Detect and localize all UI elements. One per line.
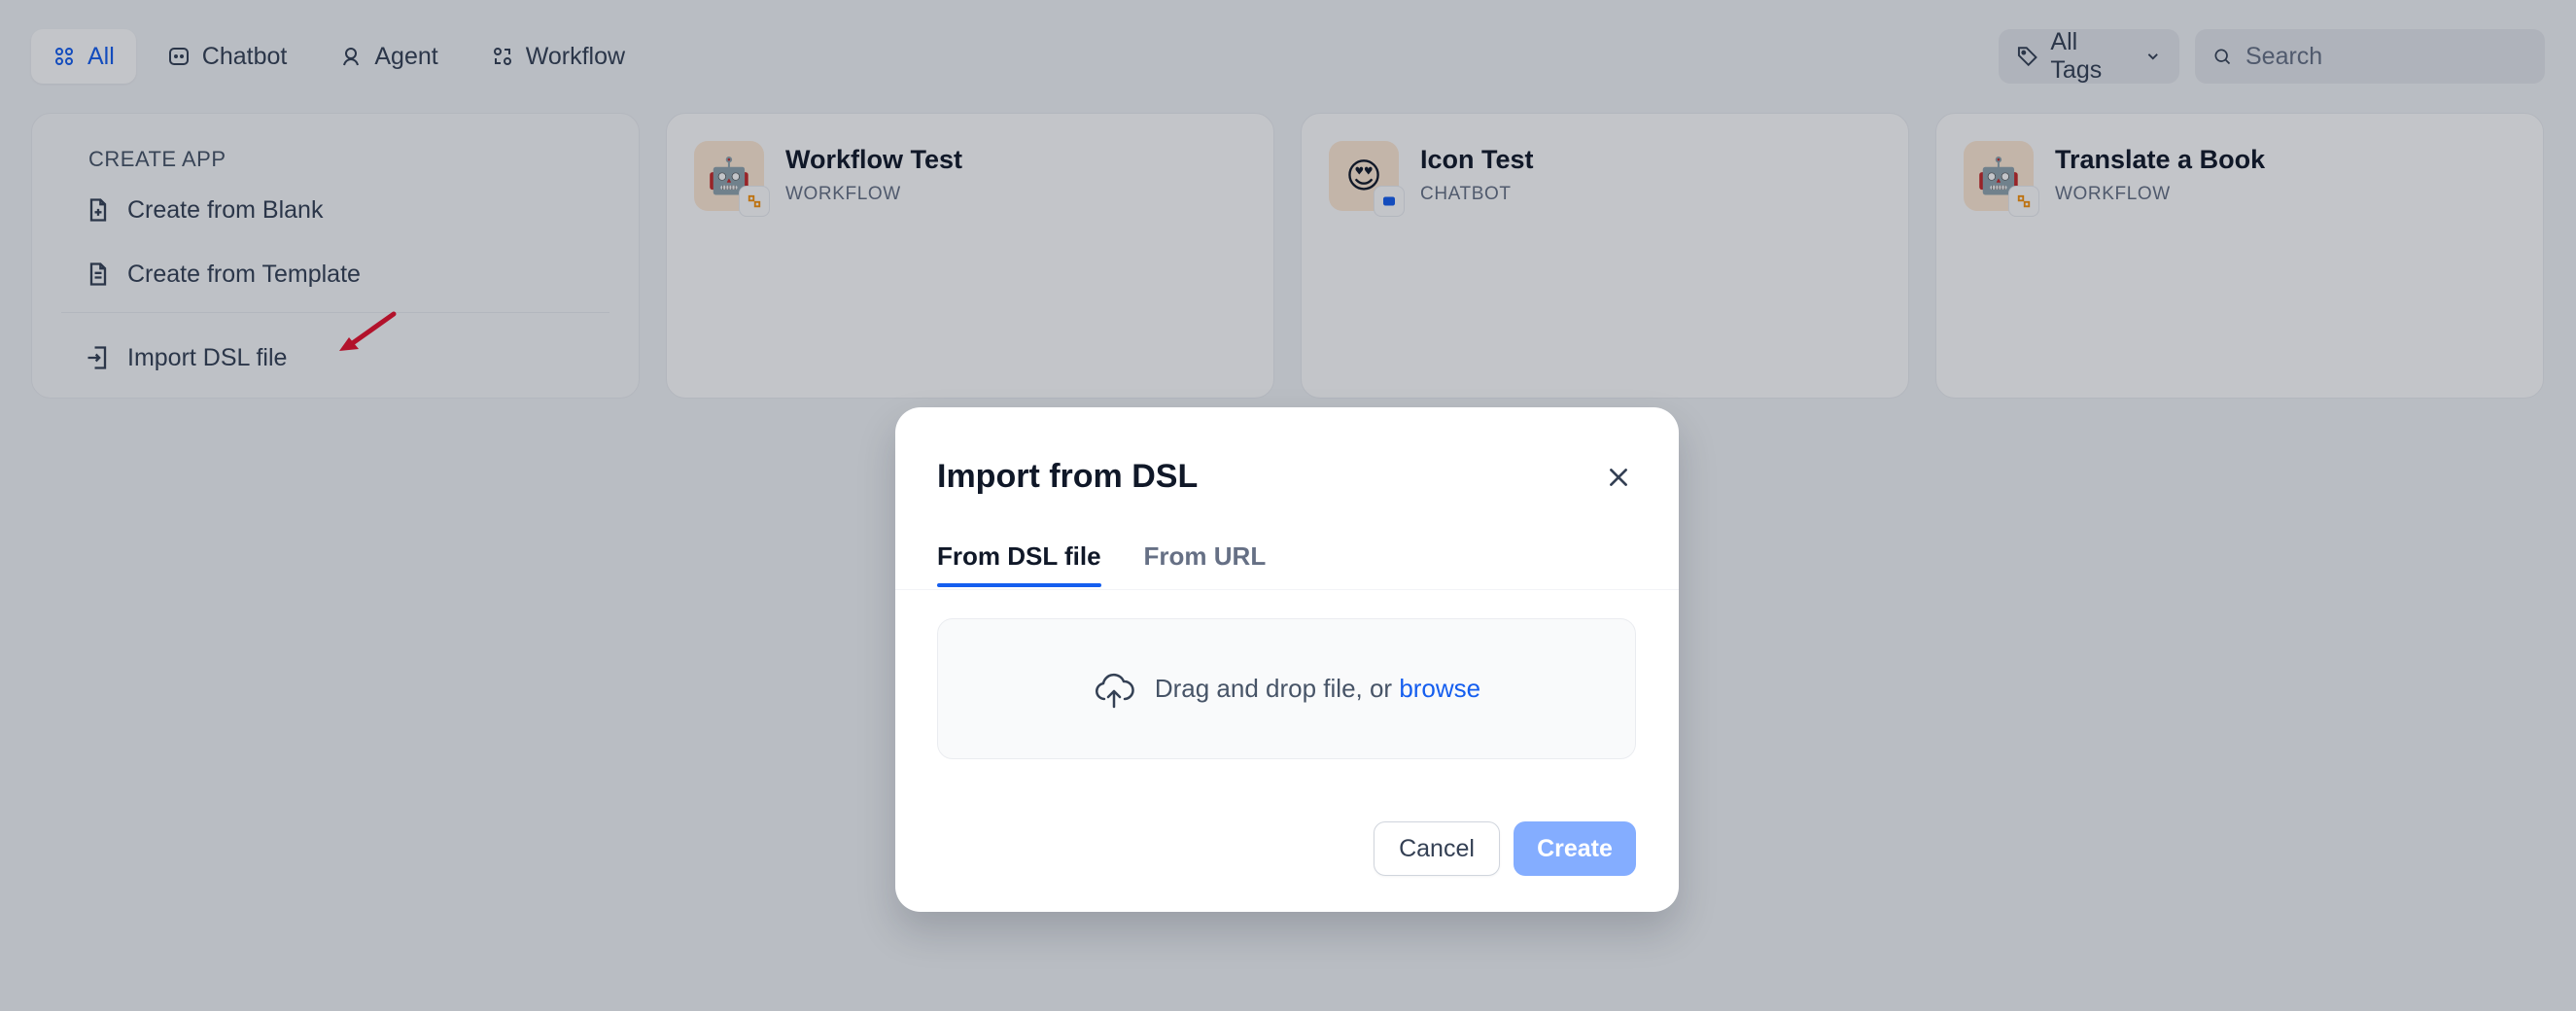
dropzone-text: Drag and drop file, or browse — [1155, 674, 1480, 704]
tabs-divider — [895, 589, 1679, 590]
cloud-upload-icon — [1095, 673, 1134, 708]
tab-from-url[interactable]: From URL — [1144, 541, 1267, 587]
close-icon — [1610, 469, 1627, 486]
import-dsl-modal: Import from DSL From DSL file From URL D… — [895, 407, 1679, 912]
tab-from-dsl-file[interactable]: From DSL file — [937, 541, 1101, 587]
cancel-button[interactable]: Cancel — [1374, 821, 1500, 876]
app-list-page: All Chatbot Agent Workflow All Tags Sear… — [0, 0, 2576, 1011]
close-button[interactable] — [1601, 460, 1636, 495]
modal-tabs: From DSL file From URL — [937, 541, 1266, 587]
browse-link[interactable]: browse — [1399, 674, 1480, 703]
modal-title: Import from DSL — [937, 458, 1199, 495]
create-button[interactable]: Create — [1514, 821, 1636, 876]
dropzone-instruction: Drag and drop file, or — [1154, 674, 1400, 703]
file-dropzone[interactable]: Drag and drop file, or browse — [937, 618, 1636, 759]
